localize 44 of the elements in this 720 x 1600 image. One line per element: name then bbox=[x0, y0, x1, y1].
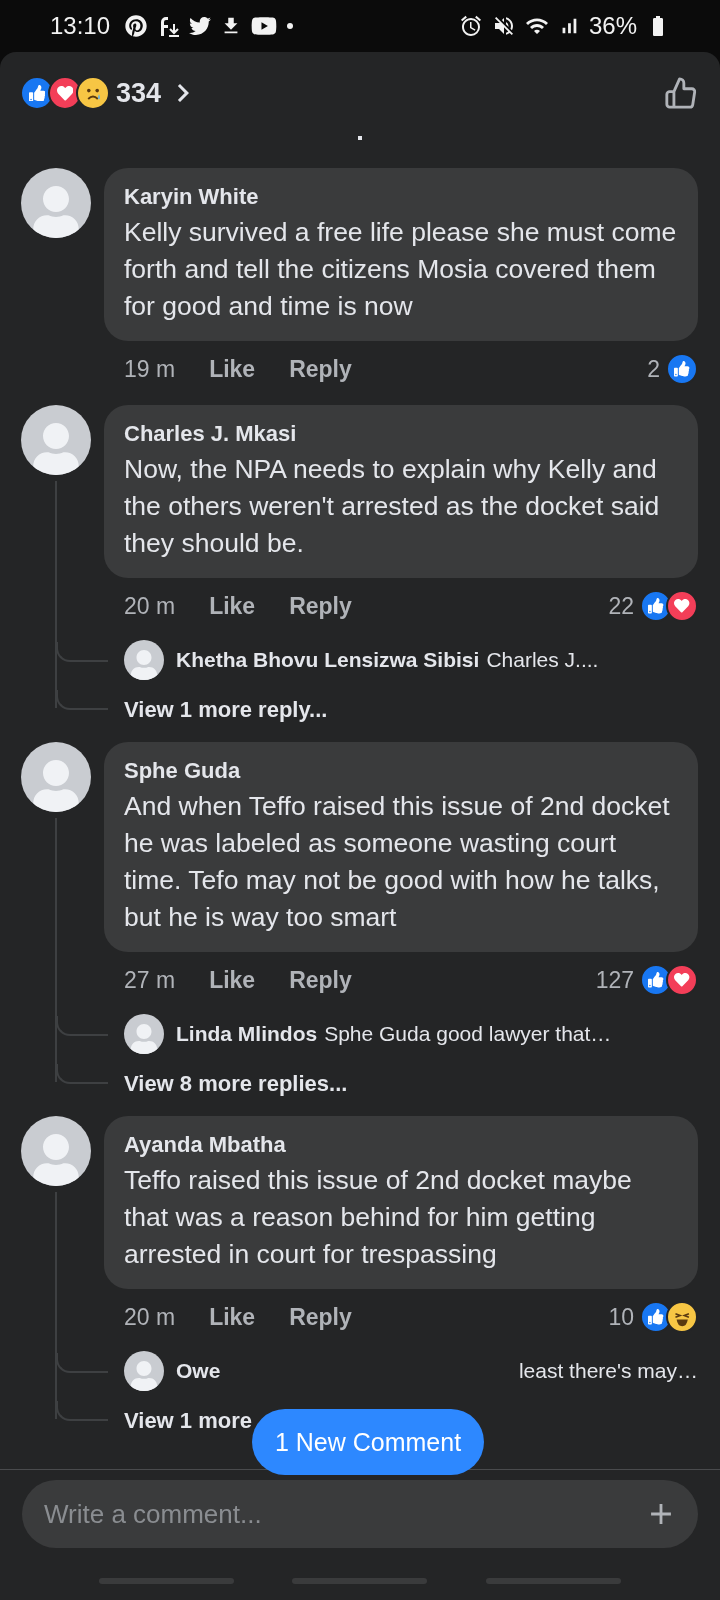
reply-author[interactable]: Khetha Bhovu Lensizwa Sibisi bbox=[176, 648, 480, 672]
commenter-name[interactable]: Ayanda Mbatha bbox=[124, 1130, 678, 1160]
bird-icon bbox=[189, 15, 212, 37]
reply-link[interactable]: Reply bbox=[289, 355, 352, 383]
like-link[interactable]: Like bbox=[209, 1303, 256, 1331]
reply-link[interactable]: Reply bbox=[289, 1303, 352, 1331]
comment-input-field[interactable]: Write a comment... bbox=[22, 1480, 698, 1548]
avatar-icon[interactable] bbox=[124, 640, 164, 680]
reaction-count: 127 bbox=[595, 966, 634, 994]
comment-text: Now, the NPA needs to explain why Kelly and the others weren't arrested as the docket said they should be. bbox=[124, 453, 661, 560]
like-link[interactable]: Like bbox=[209, 355, 256, 383]
comment-time: 20 m bbox=[124, 592, 176, 620]
reply-text: least there's may… bbox=[518, 1359, 698, 1383]
view-more-replies-link[interactable]: View 1 more bbox=[124, 1407, 252, 1435]
comment-text: Kelly survived a free life please she must come forth and tell the citizens Mosia covered them for good and time is now bbox=[124, 216, 678, 323]
comment-time: 20 m bbox=[124, 1303, 176, 1331]
reply-author[interactable]: Owe bbox=[176, 1359, 221, 1383]
like-link[interactable]: Like bbox=[209, 592, 256, 620]
reaction-count[interactable]: 334 bbox=[116, 77, 162, 109]
commenter-name[interactable]: Karyin White bbox=[124, 182, 678, 212]
reply-text: Sphe Guda good lawyer that… bbox=[324, 1022, 612, 1046]
view-more-replies-link[interactable]: View 8 more replies... bbox=[124, 1070, 348, 1098]
reply-link[interactable]: Reply bbox=[289, 966, 352, 994]
notification-dot-icon bbox=[286, 22, 295, 30]
commenter-name[interactable]: Charles J. Mkasi bbox=[124, 419, 678, 449]
reaction-count: 10 bbox=[608, 1303, 634, 1331]
battery-percent: 36% bbox=[588, 12, 637, 40]
reply-author[interactable]: Linda Mlindos bbox=[176, 1022, 318, 1046]
avatar-icon[interactable] bbox=[124, 1014, 164, 1054]
alarm-icon bbox=[458, 14, 483, 38]
avatar-icon[interactable] bbox=[124, 1351, 164, 1391]
status-time: 13:10 bbox=[50, 12, 111, 40]
reply-link[interactable]: Reply bbox=[289, 592, 352, 620]
comment-time: 19 m bbox=[124, 355, 176, 383]
reply-text: Charles J.... bbox=[486, 648, 599, 672]
reaction-count: 22 bbox=[608, 592, 634, 620]
commenter-name[interactable]: Sphe Guda bbox=[124, 756, 678, 786]
reaction-count: 2 bbox=[647, 355, 660, 383]
thumbs-up-icon[interactable] bbox=[664, 76, 698, 110]
like-link[interactable]: Like bbox=[209, 966, 256, 994]
comment-text: Teffo raised this issue of 2nd docket maybe that was a reason behind for him getting arrested in court for trespassing bbox=[124, 1164, 633, 1271]
comment-text: And when Teffo raised this issue of 2nd docket he was labeled as someone wasting court time. Tefo may not be good with how he talks, but he is way too smart bbox=[124, 790, 671, 934]
view-more-replies-link[interactable]: View 1 more reply... bbox=[124, 696, 328, 724]
comment-time: 27 m bbox=[124, 966, 176, 994]
